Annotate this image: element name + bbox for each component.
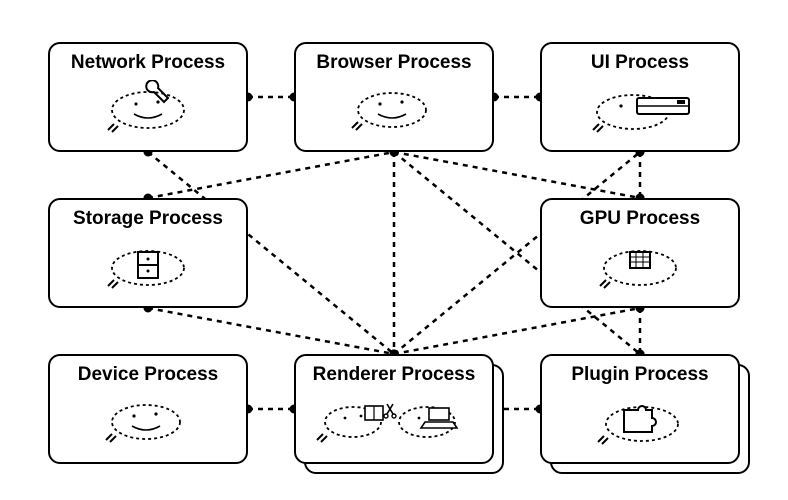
loop-icon	[334, 80, 454, 141]
wrench-icon	[88, 80, 208, 141]
loop-icon	[88, 392, 208, 453]
renderer-title: Renderer Process	[306, 364, 482, 386]
browser-title: Browser Process	[306, 52, 482, 74]
chip-icon	[580, 236, 700, 297]
ui-title: UI Process	[552, 52, 728, 74]
pair-icon	[309, 392, 479, 453]
node-plugin: Plugin Process	[540, 354, 740, 464]
device-title: Device Process	[60, 364, 236, 386]
drawer-icon	[88, 236, 208, 297]
node-renderer: Renderer Process	[294, 354, 494, 464]
node-network: Network Process	[48, 42, 248, 152]
storage-title: Storage Process	[60, 208, 236, 230]
panel-icon	[575, 80, 705, 141]
node-browser: Browser Process	[294, 42, 494, 152]
node-gpu: GPU Process	[540, 198, 740, 308]
network-title: Network Process	[60, 52, 236, 74]
node-device: Device Process	[48, 354, 248, 464]
plugin-title: Plugin Process	[552, 364, 728, 386]
puzzle-icon	[580, 392, 700, 453]
gpu-title: GPU Process	[552, 208, 728, 230]
node-ui: UI Process	[540, 42, 740, 152]
node-storage: Storage Process	[48, 198, 248, 308]
